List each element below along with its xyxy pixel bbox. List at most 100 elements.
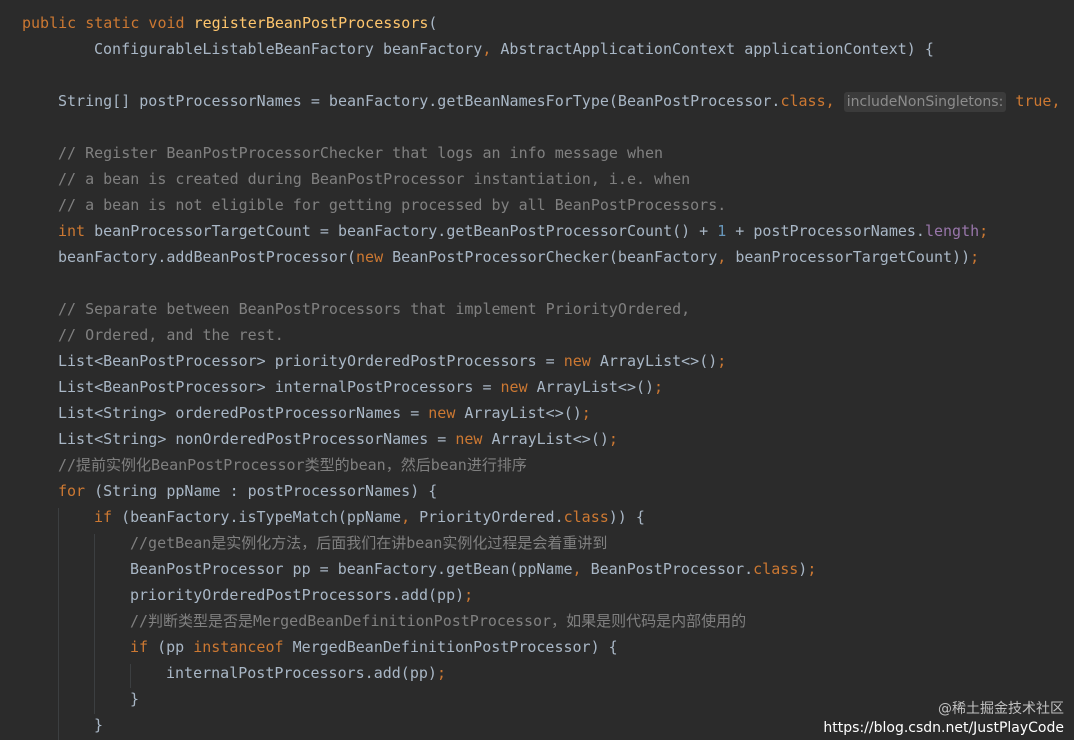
code-token: class bbox=[563, 508, 609, 526]
code-line[interactable]: List<String> orderedPostProcessorNames =… bbox=[58, 400, 591, 426]
code-token: for bbox=[58, 482, 95, 500]
code-token: ; bbox=[654, 378, 664, 396]
code-token: // Register BeanPostProcessorChecker tha… bbox=[58, 144, 664, 162]
code-line[interactable]: beanFactory.addBeanPostProcessor(new Bea… bbox=[58, 244, 979, 270]
watermark-juejin: @稀土掘金技术社区 bbox=[938, 701, 1064, 717]
code-token: } bbox=[130, 690, 140, 708]
code-token: new bbox=[428, 404, 465, 422]
watermark-url: https://blog.csdn.net/JustPlayCode bbox=[823, 720, 1064, 736]
code-token: new bbox=[500, 378, 537, 396]
code-token: //getBean是实例化方法，后面我们在讲bean实例化过程是会着重讲到 bbox=[130, 534, 608, 552]
code-line[interactable]: internalPostProcessors.add(pp); bbox=[166, 660, 446, 686]
code-line[interactable]: //getBean是实例化方法，后面我们在讲bean实例化过程是会着重讲到 bbox=[130, 530, 607, 556]
code-token: // Ordered, and the rest. bbox=[58, 326, 284, 344]
code-line[interactable]: int beanProcessorTargetCount = beanFacto… bbox=[58, 218, 988, 244]
code-token: PriorityOrdered. bbox=[419, 508, 564, 526]
code-token: //提前实例化BeanPostProcessor类型的bean，然后bean进行… bbox=[58, 456, 527, 474]
code-line[interactable]: if (pp instanceof MergedBeanDefinitionPo… bbox=[130, 634, 618, 660]
code-token: String[] postProcessorNames = beanFactor… bbox=[58, 92, 781, 110]
code-token: BeanPostProcessor. bbox=[590, 560, 754, 578]
code-token: true bbox=[1015, 92, 1052, 110]
code-line[interactable]: List<BeanPostProcessor> priorityOrderedP… bbox=[58, 348, 726, 374]
code-token: AbstractApplicationContext applicationCo… bbox=[500, 40, 934, 58]
indent-guide bbox=[94, 534, 95, 714]
code-line[interactable]: // Ordered, and the rest. bbox=[58, 322, 284, 348]
code-token: (beanFactory.isTypeMatch(ppName bbox=[121, 508, 402, 526]
code-token: ; bbox=[581, 404, 591, 422]
indent-guide bbox=[58, 508, 59, 740]
code-line[interactable]: // a bean is not eligible for getting pr… bbox=[58, 192, 726, 218]
code-line[interactable]: BeanPostProcessor pp = beanFactory.getBe… bbox=[130, 556, 816, 582]
code-token: int bbox=[58, 222, 95, 240]
code-line[interactable]: for (String ppName : postProcessorNames)… bbox=[58, 478, 437, 504]
code-token: internalPostProcessors.add(pp) bbox=[166, 664, 437, 682]
code-line[interactable]: List<String> nonOrderedPostProcessorName… bbox=[58, 426, 618, 452]
code-token: // a bean is created during BeanPostProc… bbox=[58, 170, 691, 188]
code-token: BeanPostProcessor pp = beanFactory.getBe… bbox=[130, 560, 573, 578]
code-line[interactable]: //判断类型是否是MergedBeanDefinitionPostProcess… bbox=[130, 608, 746, 634]
code-token: ArrayList<>() bbox=[599, 352, 718, 370]
code-token: ; bbox=[970, 248, 980, 266]
code-line[interactable]: } bbox=[94, 712, 103, 738]
code-token: ; bbox=[807, 560, 817, 578]
code-token: new bbox=[455, 430, 492, 448]
code-token: BeanPostProcessorChecker(beanFactory bbox=[392, 248, 718, 266]
code-token: ConfigurableListableBeanFactory beanFact… bbox=[94, 40, 483, 58]
code-token: (pp bbox=[157, 638, 194, 656]
code-token: } bbox=[94, 716, 104, 734]
code-token: ; bbox=[608, 430, 618, 448]
code-token: List<String> nonOrderedPostProcessorName… bbox=[58, 430, 456, 448]
code-token: ) bbox=[798, 560, 808, 578]
code-token: ArrayList<>() bbox=[536, 378, 655, 396]
code-token: instanceof bbox=[193, 638, 293, 656]
code-token: ; bbox=[717, 352, 727, 370]
code-token: new bbox=[563, 352, 600, 370]
code-line[interactable]: public static void registerBeanPostProce… bbox=[22, 10, 437, 36]
code-editor[interactable]: public static void registerBeanPostProce… bbox=[0, 0, 1074, 740]
code-line[interactable]: // Separate between BeanPostProcessors t… bbox=[58, 296, 690, 322]
code-token: ; bbox=[464, 586, 474, 604]
code-token: priorityOrderedPostProcessors.add(pp) bbox=[130, 586, 465, 604]
code-line[interactable]: String[] postProcessorNames = beanFactor… bbox=[58, 88, 1061, 114]
code-token: if bbox=[130, 638, 158, 656]
code-token: class bbox=[753, 560, 799, 578]
indent-guide bbox=[130, 664, 131, 688]
code-token: 1 bbox=[717, 222, 727, 240]
code-token: class bbox=[780, 92, 826, 110]
code-token: + postProcessorNames. bbox=[726, 222, 925, 240]
code-token: // a bean is not eligible for getting pr… bbox=[58, 196, 727, 214]
code-token: (String ppName : postProcessorNames) { bbox=[94, 482, 438, 500]
code-token: beanProcessorTargetCount)) bbox=[735, 248, 971, 266]
code-token: registerBeanPostProcessors bbox=[193, 14, 429, 32]
code-token: List<String> orderedPostProcessorNames = bbox=[58, 404, 429, 422]
code-line[interactable]: // a bean is created during BeanPostProc… bbox=[58, 166, 690, 192]
code-token: List<BeanPostProcessor> priorityOrderedP… bbox=[58, 352, 564, 370]
code-line[interactable]: } bbox=[130, 686, 139, 712]
code-token: , bbox=[825, 92, 844, 110]
code-token: List<BeanPostProcessor> internalPostProc… bbox=[58, 378, 501, 396]
code-token: ; bbox=[979, 222, 989, 240]
code-token: , bbox=[1051, 92, 1061, 110]
code-token: new bbox=[356, 248, 393, 266]
code-token: beanProcessorTargetCount = beanFactory.g… bbox=[94, 222, 718, 240]
code-token: length bbox=[924, 222, 980, 240]
code-token: beanFactory.addBeanPostProcessor( bbox=[58, 248, 357, 266]
code-token: ArrayList<>() bbox=[491, 430, 609, 448]
code-token: // Separate between BeanPostProcessors t… bbox=[58, 300, 691, 318]
code-token: public static void bbox=[22, 14, 194, 32]
code-line[interactable]: ConfigurableListableBeanFactory beanFact… bbox=[94, 36, 934, 62]
code-line[interactable]: if (beanFactory.isTypeMatch(ppName, Prio… bbox=[94, 504, 645, 530]
code-line[interactable]: priorityOrderedPostProcessors.add(pp); bbox=[130, 582, 473, 608]
code-token: , bbox=[401, 508, 420, 526]
code-token: , bbox=[482, 40, 501, 58]
code-line[interactable]: List<BeanPostProcessor> internalPostProc… bbox=[58, 374, 663, 400]
code-line[interactable]: //提前实例化BeanPostProcessor类型的bean，然后bean进行… bbox=[58, 452, 527, 478]
code-token: )) { bbox=[608, 508, 645, 526]
parameter-hint: includeNonSingletons: bbox=[843, 92, 1007, 112]
code-token: //判断类型是否是MergedBeanDefinitionPostProcess… bbox=[130, 612, 747, 630]
code-token: , bbox=[717, 248, 736, 266]
code-line[interactable]: // Register BeanPostProcessorChecker tha… bbox=[58, 140, 663, 166]
code-token: ; bbox=[436, 664, 446, 682]
code-token: , bbox=[572, 560, 591, 578]
